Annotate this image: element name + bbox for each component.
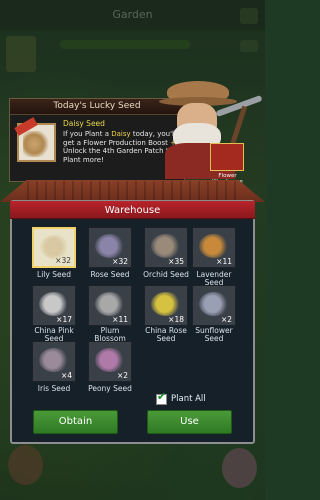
lucky-seed-name: Daisy Seed: [63, 119, 105, 128]
seed-name: China Rose Seed: [145, 326, 187, 343]
flower-warehouse-icon: [210, 143, 244, 171]
seed-icon: [95, 292, 125, 316]
seed-icon: [95, 234, 125, 258]
use-button[interactable]: Use: [147, 410, 232, 434]
seed-quantity: ×32: [112, 257, 128, 266]
seed-slot[interactable]: ×2: [192, 285, 236, 326]
seed-name: Iris Seed: [37, 384, 71, 393]
bottom-right-icon: [222, 448, 257, 488]
seed-slot[interactable]: ×11: [192, 227, 236, 268]
seed-quantity: ×17: [56, 315, 72, 324]
seed-name: Lily Seed: [37, 270, 71, 279]
seed-quantity: ×32: [55, 256, 71, 265]
bottom-left-icon: [8, 445, 43, 485]
seed-quantity: ×2: [220, 315, 232, 324]
seed-name: Orchid Seed: [143, 270, 189, 279]
seed-slot[interactable]: ×17: [32, 285, 76, 326]
seed-icon: [151, 292, 181, 316]
seed-name: Peony Seed: [88, 384, 132, 393]
seed-quantity: ×18: [168, 315, 184, 324]
seed-quantity: ×2: [116, 371, 128, 380]
seed-icon: [199, 234, 229, 258]
seed-quantity: ×4: [60, 371, 72, 380]
seed-slot[interactable]: ×11: [88, 285, 132, 326]
seed-name: Sunflower Seed: [195, 326, 233, 343]
seed-icon: [95, 348, 125, 372]
checkmark-icon: ✔: [157, 390, 167, 403]
seed-slot[interactable]: ×4: [32, 341, 76, 382]
seed-slot[interactable]: ×35: [144, 227, 188, 268]
daisy-seed-icon: [14, 117, 56, 162]
seed-slot[interactable]: ×2: [88, 341, 132, 382]
seed-slot[interactable]: ×32: [32, 227, 76, 268]
plant-all-label[interactable]: Plant All: [171, 394, 206, 405]
seed-slot[interactable]: ×18: [144, 285, 188, 326]
obtain-button[interactable]: Obtain: [33, 410, 118, 434]
warehouse-title: Warehouse: [104, 205, 161, 216]
seed-icon: [39, 292, 69, 316]
seed-name: Rose Seed: [90, 270, 130, 279]
seed-icon: [39, 348, 69, 372]
seed-icon: [151, 234, 181, 258]
seed-icon: [199, 292, 229, 316]
seed-slot[interactable]: ×32: [88, 227, 132, 268]
seed-quantity: ×11: [216, 257, 232, 266]
seed-quantity: ×35: [168, 257, 184, 266]
seed-quantity: ×11: [112, 315, 128, 324]
